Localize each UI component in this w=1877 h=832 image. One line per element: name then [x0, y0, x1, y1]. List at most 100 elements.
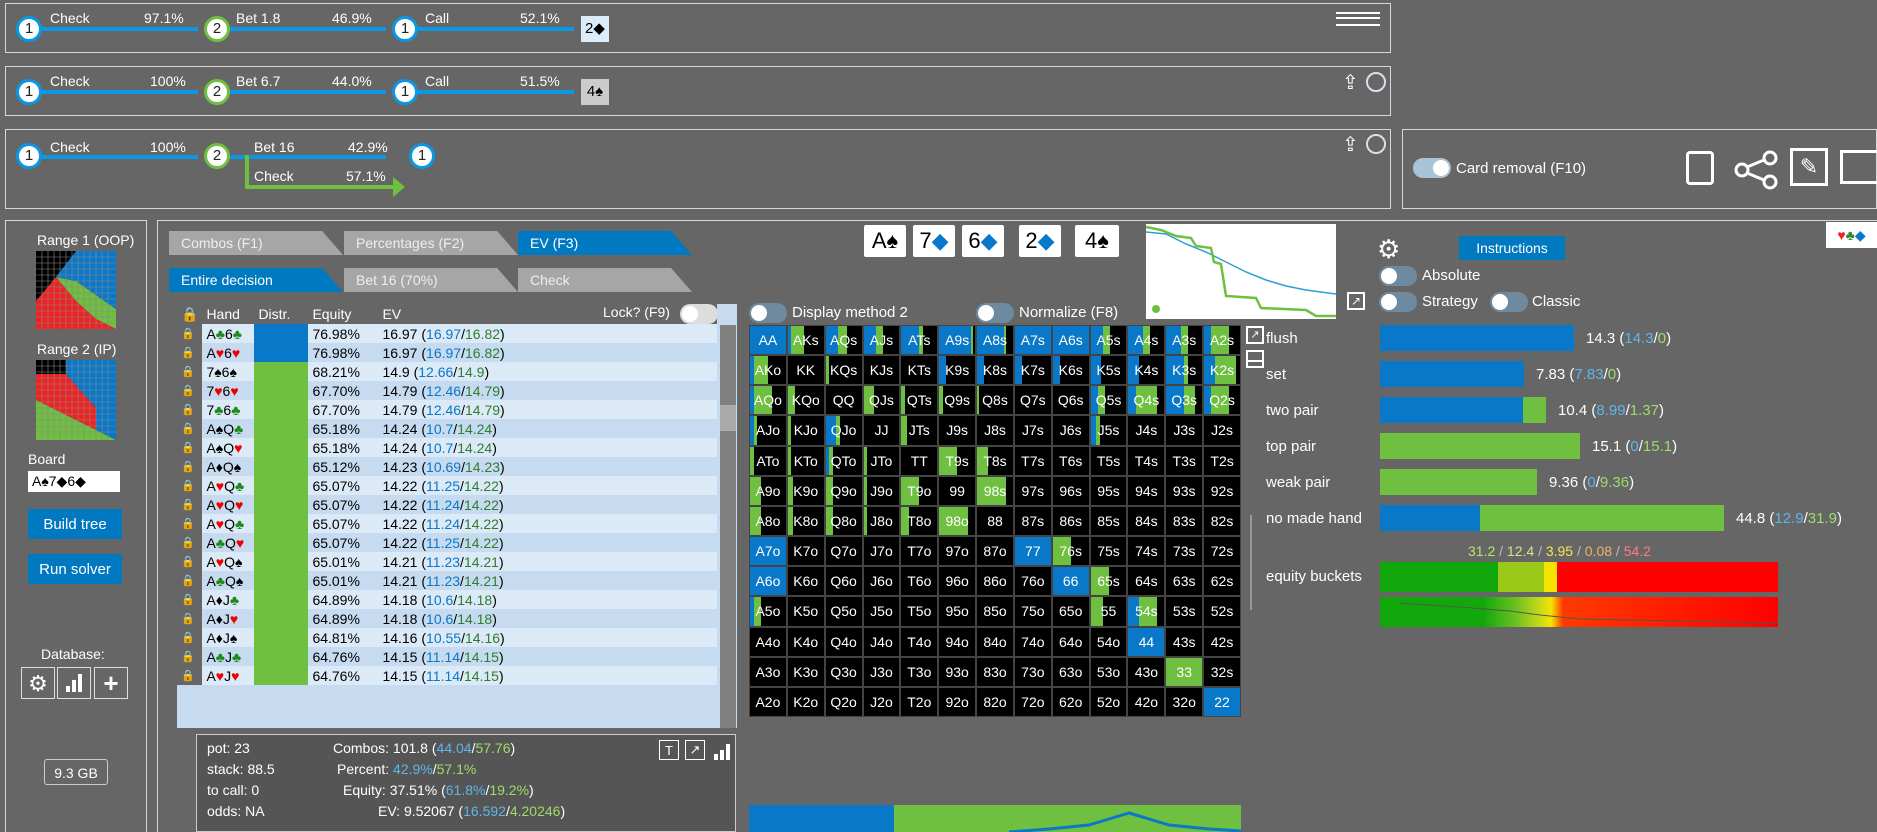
table-row[interactable]: 🔒 A♣6♣ 76.98% 16.97 (16.97/16.82)	[177, 324, 717, 343]
matrix-cell[interactable]: 43s	[1165, 626, 1204, 657]
matrix-cell[interactable]: A3o	[749, 656, 787, 687]
matrix-cell[interactable]: 83s	[1165, 505, 1204, 537]
matrix-cell[interactable]: KTo	[786, 445, 825, 476]
matrix-cell[interactable]: T2s	[1203, 445, 1241, 476]
table-row[interactable]: 🔒 A♣J♣ 64.76% 14.15 (11.14/14.15)	[177, 647, 717, 666]
matrix-cell[interactable]: A3s	[1165, 325, 1204, 356]
matrix-cell[interactable]: A6o	[749, 566, 787, 597]
folder-icon[interactable]	[1840, 150, 1877, 184]
matrix-cell[interactable]: 73o	[1013, 656, 1052, 687]
matrix-cell[interactable]: J3s	[1165, 415, 1204, 446]
matrix-cell[interactable]: A2o	[749, 686, 787, 717]
matrix-cell[interactable]: 53s	[1165, 596, 1204, 627]
stats-icon[interactable]	[57, 667, 91, 699]
matrix-cell[interactable]: 64s	[1127, 566, 1166, 597]
tab-check[interactable]: Check	[518, 268, 692, 292]
matrix-cell[interactable]: 95s	[1089, 475, 1128, 506]
tree-node[interactable]: 2	[204, 16, 230, 42]
turn-card[interactable]: 4♠	[581, 79, 609, 105]
add-icon[interactable]: +	[94, 667, 128, 699]
matrix-cell[interactable]: J7o	[862, 536, 901, 567]
matrix-cell[interactable]: 95o	[938, 596, 977, 627]
matrix-cell[interactable]: AKs	[786, 325, 825, 356]
tab-entire-decision[interactable]: Entire decision	[169, 268, 343, 292]
lock-icon[interactable]: 🔒	[177, 400, 203, 419]
tree-node[interactable]: 1	[16, 16, 42, 42]
matrix-cell[interactable]: A6s	[1051, 325, 1090, 356]
matrix-cell[interactable]: T4o	[900, 626, 939, 657]
matrix-cell[interactable]: K2s	[1203, 355, 1241, 386]
matrix-cell[interactable]: Q2s	[1203, 385, 1241, 416]
matrix-cell[interactable]: J7s	[1013, 415, 1052, 446]
range1-thumbnail[interactable]	[36, 251, 116, 329]
matrix-cell[interactable]: AJs	[862, 325, 901, 356]
category-bar[interactable]	[1380, 505, 1724, 531]
matrix-cell[interactable]: K3o	[786, 656, 825, 687]
col-distr[interactable]: Distr.	[254, 304, 308, 324]
matrix-cell[interactable]: 63o	[1051, 656, 1090, 687]
table-row[interactable]: 🔒 A♠Q♥ 65.18% 14.24 (10.7/14.24)	[177, 438, 717, 457]
matrix-cell[interactable]: 88	[976, 505, 1014, 537]
matrix-cell[interactable]: 65s	[1089, 566, 1128, 597]
matrix-cell[interactable]: TT	[900, 445, 939, 476]
matrix-cell[interactable]: 33	[1165, 656, 1204, 687]
matrix-cell[interactable]: K7s	[1013, 355, 1052, 386]
matrix-cell[interactable]: AJo	[749, 415, 787, 446]
matrix-cell[interactable]: A2s	[1203, 325, 1241, 356]
matrix-cell[interactable]: J4o	[862, 626, 901, 657]
range2-thumbnail[interactable]	[36, 360, 116, 440]
matrix-cell[interactable]: AQo	[749, 385, 787, 416]
matrix-cell[interactable]: Q4o	[824, 626, 863, 657]
lock-icon[interactable]: 🔒	[177, 666, 203, 685]
table-row[interactable]: 🔒 A♥J♥ 64.76% 14.15 (11.14/14.15)	[177, 666, 717, 685]
matrix-cell[interactable]: 32o	[1165, 686, 1204, 717]
matrix-cell[interactable]: J5s	[1089, 415, 1128, 446]
matrix-cell[interactable]: QTs	[900, 385, 939, 416]
lock-icon[interactable]: 🔒	[177, 647, 203, 666]
matrix-cell[interactable]: Q9s	[938, 385, 977, 416]
matrix-cell[interactable]: JTs	[900, 415, 939, 446]
matrix-cell[interactable]: Q5s	[1089, 385, 1128, 416]
table-row[interactable]: 🔒 A♥Q♥ 65.07% 14.22 (11.24/14.22)	[177, 495, 717, 514]
matrix-cell[interactable]: 76o	[1013, 566, 1052, 597]
matrix-cell[interactable]: 84o	[976, 626, 1014, 657]
matrix-cell[interactable]: 75s	[1089, 536, 1128, 567]
matrix-cell[interactable]: 53o	[1089, 656, 1128, 687]
matrix-cell[interactable]: J6s	[1051, 415, 1090, 446]
matrix-cell[interactable]: J6o	[862, 566, 901, 597]
matrix-cell[interactable]: 72s	[1203, 536, 1241, 567]
matrix-cell[interactable]: K5o	[786, 596, 825, 627]
table-scrollbar[interactable]	[720, 325, 736, 728]
matrix-cell[interactable]: T8s	[976, 445, 1014, 476]
matrix-cell[interactable]: A5o	[749, 596, 787, 627]
matrix-cell[interactable]: 74s	[1127, 536, 1166, 567]
minimize-icon[interactable]	[1246, 350, 1264, 368]
lock-icon[interactable]: 🔒	[177, 324, 203, 343]
matrix-cell[interactable]: KQs	[824, 355, 863, 386]
matrix-cell[interactable]: 65o	[1051, 596, 1090, 627]
lock-icon[interactable]: 🔒	[177, 590, 203, 609]
build-tree-button[interactable]: Build tree	[28, 509, 122, 539]
matrix-cell[interactable]: 82s	[1203, 505, 1241, 537]
table-row[interactable]: 🔒 A♦J♥ 64.89% 14.18 (10.6/14.18)	[177, 609, 717, 628]
matrix-cell[interactable]: 54s	[1127, 596, 1166, 627]
lock-toggle[interactable]	[680, 304, 718, 324]
action-label[interactable]: Check	[254, 168, 294, 184]
tab-bet[interactable]: Bet 16 (70%)	[344, 268, 518, 292]
settings-icon[interactable]: ⚙	[1377, 234, 1400, 265]
matrix-cell[interactable]: 92s	[1203, 475, 1241, 506]
matrix-cell[interactable]: K4s	[1127, 355, 1166, 386]
tree-node[interactable]: 1	[392, 16, 418, 42]
matrix-cell[interactable]: K2o	[786, 686, 825, 717]
matrix-cell[interactable]: KJs	[862, 355, 901, 386]
matrix-cell[interactable]: 97s	[1013, 475, 1052, 506]
matrix-cell[interactable]: T9o	[900, 475, 939, 506]
matrix-cell[interactable]: 64o	[1051, 626, 1090, 657]
lock-icon[interactable]: 🔒	[177, 381, 203, 400]
matrix-cell[interactable]: 66	[1051, 566, 1090, 597]
category-bar[interactable]	[1380, 325, 1574, 351]
matrix-cell[interactable]: ATo	[749, 445, 787, 476]
matrix-cell[interactable]: ATs	[900, 325, 939, 356]
table-row[interactable]: 🔒 A♥Q♠ 65.01% 14.21 (11.23/14.21)	[177, 552, 717, 571]
matrix-cell[interactable]: T9s	[938, 445, 977, 476]
